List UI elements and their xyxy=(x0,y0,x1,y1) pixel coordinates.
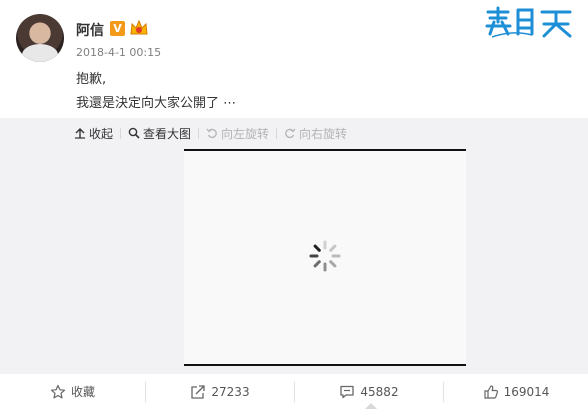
collapse-label: 收起 xyxy=(89,126,114,141)
view-large-button[interactable]: 查看大图 xyxy=(128,125,191,142)
collapse-button[interactable]: 收起 xyxy=(74,125,113,142)
comment-icon xyxy=(340,385,355,398)
collapse-arrow-icon xyxy=(75,128,85,139)
user-avatar[interactable] xyxy=(16,14,64,62)
toolbar-divider xyxy=(120,127,122,139)
like-button[interactable]: 169014 xyxy=(444,374,588,409)
comment-count: 45882 xyxy=(360,384,399,399)
verified-badge-icon: V xyxy=(110,21,125,36)
favorite-label: 收藏 xyxy=(70,385,95,399)
action-bar: 收藏 27233 45882 169014 xyxy=(0,374,588,409)
media-toolbar: 收起 查看大图 向左旋转 向右旋转 xyxy=(74,125,347,141)
rotate-left-icon xyxy=(206,128,217,139)
post-text-line: 抱歉, xyxy=(76,72,107,87)
rotate-right-label: 向右旋转 xyxy=(299,126,348,141)
rotate-right-button[interactable]: 向右旋转 xyxy=(284,125,347,142)
rotate-left-label: 向左旋转 xyxy=(221,126,270,141)
thumbs-up-icon xyxy=(483,384,498,399)
repost-icon xyxy=(191,384,206,399)
post-timestamp[interactable]: 2018-4-1 00:15 xyxy=(76,46,161,59)
toolbar-divider xyxy=(198,127,200,139)
search-icon xyxy=(128,127,140,139)
mayday-logo-icon xyxy=(485,6,572,38)
rotate-left-button[interactable]: 向左旋转 xyxy=(206,125,269,142)
rotate-right-icon xyxy=(285,128,296,139)
toolbar-divider xyxy=(276,127,278,139)
star-icon xyxy=(50,384,66,398)
post-text-line: 我還是決定向大家公開了 ⋯ xyxy=(76,96,237,111)
repost-button[interactable]: 27233 xyxy=(146,374,294,409)
username[interactable]: 阿信 xyxy=(76,20,104,40)
view-large-label: 查看大图 xyxy=(143,126,192,141)
media-viewer: 收起 查看大图 向左旋转 向右旋转 xyxy=(0,118,588,374)
like-count: 169014 xyxy=(503,384,550,399)
comment-expand-caret xyxy=(365,403,377,409)
favorite-button[interactable]: 收藏 xyxy=(0,374,145,409)
post-header: 阿信 V 2018-4-1 00:15 抱歉, 我還是決定向大家公開了 ⋯ xyxy=(0,0,588,118)
loading-spinner-icon xyxy=(309,240,341,272)
repost-count: 27233 xyxy=(211,384,250,399)
media-image-frame[interactable] xyxy=(184,149,466,366)
crown-badge-icon xyxy=(130,19,148,35)
